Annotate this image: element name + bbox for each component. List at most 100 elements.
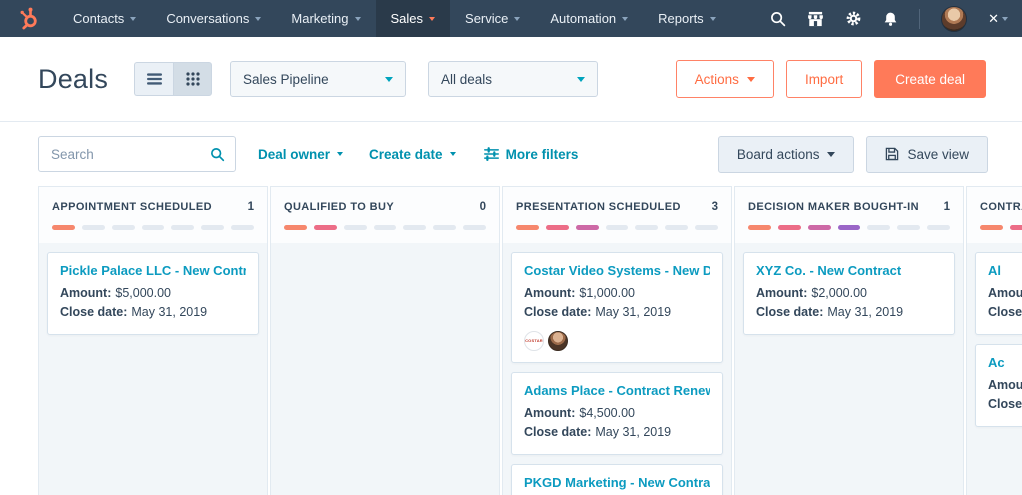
chevron-down-icon: [450, 152, 456, 156]
nav-item-contacts[interactable]: Contacts: [58, 0, 151, 37]
stage-progress: [748, 225, 950, 230]
chevron-down-icon: [747, 77, 755, 82]
nav-item-sales[interactable]: Sales: [376, 0, 451, 37]
deal-card[interactable]: Pickle Palace LLC - New Contract Amount:…: [47, 252, 259, 335]
column-body: Costar Video Systems - New Deal Amount:$…: [503, 243, 731, 495]
column-title: QUALIFIED TO BUY: [284, 201, 394, 213]
hubspot-logo-icon[interactable]: [0, 0, 58, 37]
column-title: PRESENTATION SCHEDULED: [516, 201, 681, 213]
deal-card[interactable]: Costar Video Systems - New Deal Amount:$…: [511, 252, 723, 363]
deal-title-link[interactable]: Adams Place - Contract Renewal: [524, 383, 710, 398]
view-toggle: [134, 62, 212, 96]
nav-menu: Contacts Conversations Marketing Sales S…: [58, 0, 731, 37]
import-button[interactable]: Import: [786, 60, 862, 98]
column-body: Al Amount: Close date: Ac Amount: Close …: [967, 243, 1022, 495]
chevron-down-icon: [385, 77, 393, 82]
deal-amount: Amount:$4,500.00: [524, 404, 710, 423]
close-icon[interactable]: ✕: [988, 11, 1008, 27]
column-appointment-scheduled: APPOINTMENT SCHEDULED 1 Pickle Palace LL…: [38, 186, 268, 495]
deal-owner-filter[interactable]: Deal owner: [258, 147, 343, 162]
create-date-filter[interactable]: Create date: [369, 147, 456, 162]
deal-close-date: Close date:: [988, 303, 1022, 322]
board-view-button[interactable]: [173, 62, 212, 96]
search-input[interactable]: [51, 147, 210, 162]
deal-close-date: Close date:: [988, 395, 1022, 414]
save-icon: [885, 147, 899, 161]
column-title: APPOINTMENT SCHEDULED: [52, 201, 212, 213]
nav-item-automation[interactable]: Automation: [535, 0, 643, 37]
deal-close-date: Close date:May 31, 2019: [524, 423, 710, 442]
chevron-down-icon: [355, 17, 361, 21]
column-contract-sent: CONTRACT SENT Al Amount: Close date: Ac …: [966, 186, 1022, 495]
deal-amount: Amount:: [988, 376, 1022, 395]
search-icon[interactable]: [210, 147, 225, 162]
marketplace-icon[interactable]: [807, 11, 824, 27]
deals-view-select[interactable]: All deals: [428, 61, 598, 97]
chevron-down-icon: [514, 17, 520, 21]
deal-card[interactable]: Ac Amount: Close date:: [975, 344, 1022, 427]
page-title: Deals: [38, 64, 108, 95]
chevron-down-icon: [710, 17, 716, 21]
deal-title-link[interactable]: Pickle Palace LLC - New Contract: [60, 263, 246, 278]
deal-close-date: Close date:May 31, 2019: [756, 303, 942, 322]
deal-card[interactable]: Adams Place - Contract Renewal Amount:$4…: [511, 372, 723, 455]
deal-title-link[interactable]: XYZ Co. - New Contract: [756, 263, 942, 278]
deal-card[interactable]: XYZ Co. - New Contract Amount:$2,000.00 …: [743, 252, 955, 335]
list-view-button[interactable]: [134, 62, 173, 96]
chevron-down-icon: [622, 17, 628, 21]
card-avatars: COSTAR: [524, 331, 710, 351]
board-actions-button[interactable]: Board actions: [718, 136, 855, 173]
chevron-down-icon: [577, 77, 585, 82]
nav-item-marketing[interactable]: Marketing: [276, 0, 375, 37]
nav-item-reports[interactable]: Reports: [643, 0, 731, 37]
pipeline-select[interactable]: Sales Pipeline: [230, 61, 406, 97]
column-qualified-to-buy: QUALIFIED TO BUY 0: [270, 186, 500, 495]
settings-icon[interactable]: [845, 10, 862, 27]
filter-bar: Deal owner Create date More filters Boar…: [0, 122, 1022, 186]
more-filters-link[interactable]: More filters: [484, 147, 579, 162]
stage-progress: [284, 225, 486, 230]
column-presentation-scheduled: PRESENTATION SCHEDULED 3 Costar Video Sy…: [502, 186, 732, 495]
column-header: QUALIFIED TO BUY 0: [271, 187, 499, 243]
nav-item-service[interactable]: Service: [450, 0, 535, 37]
column-title: DECISION MAKER BOUGHT-IN: [748, 201, 919, 213]
deal-close-date: Close date:May 31, 2019: [524, 303, 710, 322]
column-count: 0: [472, 201, 486, 213]
chevron-down-icon: [429, 17, 435, 21]
column-body: XYZ Co. - New Contract Amount:$2,000.00 …: [735, 243, 963, 495]
chevron-down-icon: [1002, 17, 1008, 21]
grid-icon: [186, 72, 200, 86]
deal-title-link[interactable]: PKGD Marketing - New Contract: [524, 475, 710, 490]
nav-item-conversations[interactable]: Conversations: [151, 0, 276, 37]
user-avatar[interactable]: [941, 6, 967, 32]
deal-amount: Amount:$5,000.00: [60, 284, 246, 303]
column-header: PRESENTATION SCHEDULED 3: [503, 187, 731, 243]
column-count: 3: [704, 201, 718, 213]
actions-button[interactable]: Actions: [676, 60, 774, 98]
chevron-down-icon: [255, 17, 261, 21]
deal-title-link[interactable]: Al: [988, 263, 1022, 278]
search-box: [38, 136, 236, 172]
sliders-icon: [484, 147, 499, 161]
deal-close-date: Close date:May 31, 2019: [60, 303, 246, 322]
column-body: [271, 243, 499, 495]
deal-amount: Amount:$2,000.00: [756, 284, 942, 303]
column-header: CONTRACT SENT: [967, 187, 1022, 243]
create-deal-button[interactable]: Create deal: [874, 60, 986, 98]
search-icon[interactable]: [770, 11, 786, 27]
column-decision-maker-bought-in: DECISION MAKER BOUGHT-IN 1 XYZ Co. - New…: [734, 186, 964, 495]
column-count: 1: [936, 201, 950, 213]
deal-card[interactable]: Al Amount: Close date:: [975, 252, 1022, 335]
column-header: DECISION MAKER BOUGHT-IN 1: [735, 187, 963, 243]
notifications-icon[interactable]: [883, 11, 898, 27]
chevron-down-icon: [827, 152, 835, 157]
deal-title-link[interactable]: Ac: [988, 355, 1022, 370]
stage-progress: [52, 225, 254, 230]
contact-avatar: [548, 331, 568, 351]
deal-title-link[interactable]: Costar Video Systems - New Deal: [524, 263, 710, 278]
company-logo-avatar: COSTAR: [524, 331, 544, 351]
save-view-button[interactable]: Save view: [866, 136, 988, 173]
deal-card[interactable]: PKGD Marketing - New Contract Amount:$1,…: [511, 464, 723, 495]
deal-amount: Amount:: [988, 284, 1022, 303]
column-count: 1: [240, 201, 254, 213]
